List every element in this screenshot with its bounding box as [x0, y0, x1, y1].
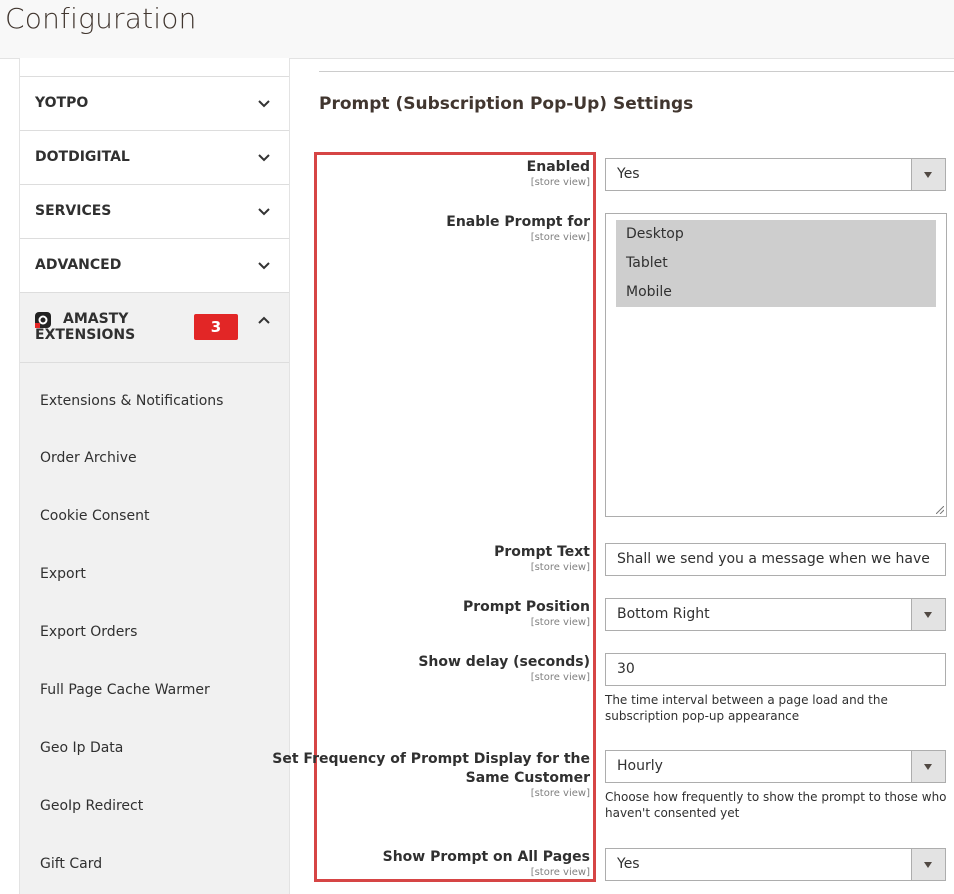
prompt-position-value: Bottom Right	[617, 606, 710, 622]
field-label-frequency: Set Frequency of Prompt Display for the …	[272, 750, 590, 788]
chevron-down-icon	[258, 100, 270, 108]
field-label-prompt-position: Prompt Position	[462, 599, 590, 615]
field-label-enabled: Enabled	[526, 159, 590, 175]
select-dropdown-button[interactable]	[911, 849, 945, 880]
sidebar-section-advanced[interactable]: ADVANCED	[20, 239, 289, 293]
sidebar-item-export-orders[interactable]: Export Orders	[20, 603, 289, 661]
field-label-show-delay: Show delay (seconds)	[418, 654, 590, 670]
sidebar-section-label: ADVANCED	[35, 257, 122, 273]
triangle-down-icon	[924, 862, 932, 868]
show-delay-input[interactable]: 30	[605, 653, 946, 686]
scope-label: [store view]	[530, 867, 590, 878]
amasty-subitems-list: Extensions & Notifications Order Archive…	[20, 363, 289, 893]
scope-label: [store view]	[530, 177, 590, 188]
sidebar-top-spacer	[20, 58, 289, 77]
chevron-down-icon	[258, 262, 270, 270]
sidebar-item-geo-ip-data[interactable]: Geo Ip Data	[20, 719, 289, 777]
frequency-label-line1: Set Frequency of Prompt Display for the	[272, 751, 590, 767]
scope-label: [store view]	[530, 672, 590, 683]
divider	[319, 71, 954, 72]
field-label-all-pages: Show Prompt on All Pages	[382, 849, 590, 865]
sidebar-item-full-page-cache-warmer[interactable]: Full Page Cache Warmer	[20, 661, 289, 719]
sidebar-item-gift-card[interactable]: Gift Card	[20, 835, 289, 893]
scope-label: [store view]	[530, 562, 590, 573]
page-header: Configuration	[0, 0, 954, 59]
sidebar-item-export[interactable]: Export	[20, 545, 289, 603]
select-dropdown-button[interactable]	[911, 159, 945, 190]
page-title: Configuration	[5, 2, 197, 35]
scope-label: [store view]	[530, 232, 590, 243]
prompt-text-value: Shall we send you a message when we have…	[617, 551, 935, 567]
sidebar-section-label: SERVICES	[35, 203, 112, 219]
triangle-down-icon	[924, 764, 932, 770]
select-dropdown-button[interactable]	[911, 599, 945, 630]
all-pages-value: Yes	[617, 856, 640, 872]
scope-label: [store view]	[530, 788, 590, 799]
sidebar-section-label: AMASTY EXTENSIONS	[35, 311, 175, 343]
frequency-note: Choose how frequently to show the prompt…	[605, 790, 947, 820]
enable-prompt-for-multiselect[interactable]: Desktop Tablet Mobile	[605, 213, 947, 517]
sidebar-section-label: YOTPO	[35, 95, 89, 111]
show-delay-note: The time interval between a page load an…	[605, 693, 888, 723]
triangle-down-icon	[924, 172, 932, 178]
sidebar-section-services[interactable]: SERVICES	[20, 185, 289, 239]
frequency-label-line2: Same Customer	[465, 770, 590, 786]
multiselect-option-desktop[interactable]: Desktop	[616, 220, 936, 249]
prompt-position-select[interactable]: Bottom Right	[605, 598, 946, 631]
notification-badge: 3	[194, 314, 238, 340]
sidebar-item-geoip-redirect[interactable]: GeoIp Redirect	[20, 777, 289, 835]
triangle-down-icon	[924, 612, 932, 618]
sidebar-section-amasty-extensions[interactable]: AMASTY EXTENSIONS 3	[20, 293, 289, 363]
sidebar-section-label: DOTDIGITAL	[35, 149, 130, 165]
amasty-label-line2: EXTENSIONS	[35, 327, 136, 343]
multiselect-option-mobile[interactable]: Mobile	[616, 278, 936, 307]
sidebar-item-order-archive[interactable]: Order Archive	[20, 429, 289, 487]
sidebar-item-cookie-consent[interactable]: Cookie Consent	[20, 487, 289, 545]
field-label-prompt-text: Prompt Text	[494, 544, 590, 560]
sidebar-section-yotpo[interactable]: YOTPO	[20, 77, 289, 131]
frequency-select[interactable]: Hourly	[605, 750, 946, 783]
multiselect-option-tablet[interactable]: Tablet	[616, 249, 936, 278]
enabled-select-value: Yes	[617, 166, 640, 182]
amasty-label-line1: AMASTY	[63, 311, 129, 327]
chevron-down-icon	[258, 154, 270, 162]
section-title[interactable]: Prompt (Subscription Pop-Up) Settings	[319, 94, 693, 114]
enabled-select[interactable]: Yes	[605, 158, 946, 191]
show-delay-value: 30	[617, 661, 635, 677]
config-sidebar: YOTPO DOTDIGITAL SERVICES ADVANCED AMAST…	[19, 58, 290, 894]
resize-handle-icon[interactable]	[936, 506, 944, 514]
scope-label: [store view]	[530, 617, 590, 628]
select-dropdown-button[interactable]	[911, 751, 945, 782]
sidebar-item-extensions-notifications[interactable]: Extensions & Notifications	[20, 363, 289, 429]
chevron-up-icon	[258, 316, 270, 324]
prompt-text-input[interactable]: Shall we send you a message when we have…	[605, 543, 946, 576]
all-pages-select[interactable]: Yes	[605, 848, 946, 881]
sidebar-section-dotdigital[interactable]: DOTDIGITAL	[20, 131, 289, 185]
frequency-value: Hourly	[617, 758, 663, 774]
chevron-down-icon	[258, 208, 270, 216]
field-label-enable-prompt-for: Enable Prompt for	[446, 214, 590, 230]
